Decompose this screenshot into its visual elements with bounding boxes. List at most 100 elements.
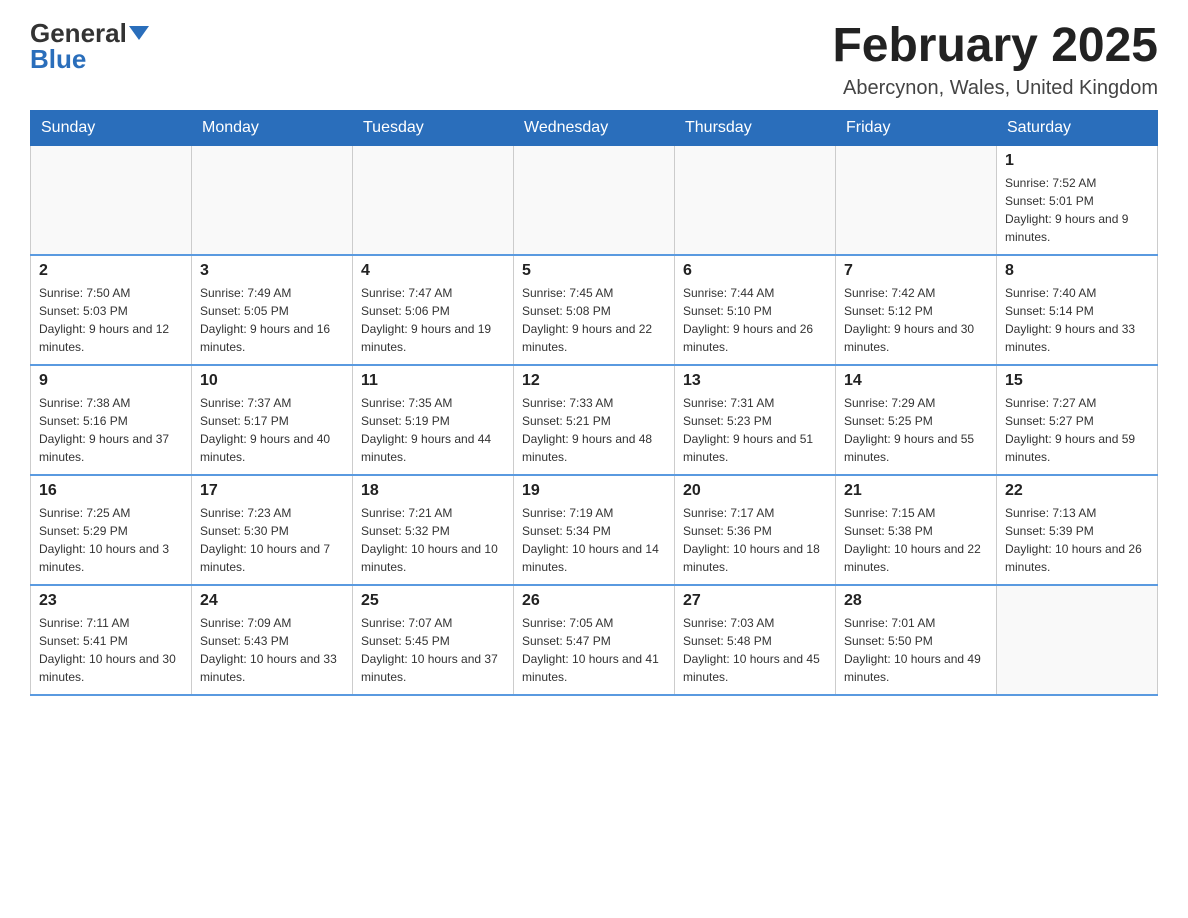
table-row: 28 Sunrise: 7:01 AMSunset: 5:50 PMDayligh… [836, 585, 997, 695]
day-info: Sunrise: 7:09 AMSunset: 5:43 PMDaylight:… [200, 614, 344, 686]
day-info: Sunrise: 7:17 AMSunset: 5:36 PMDaylight:… [683, 504, 827, 576]
table-row: 25Sunrise: 7:07 AMSunset: 5:45 PMDayligh… [353, 585, 514, 695]
day-number: 8 [1005, 262, 1149, 280]
calendar-week-row: 16Sunrise: 7:25 AMSunset: 5:29 PMDayligh… [31, 475, 1158, 585]
day-info: Sunrise: 7:33 AMSunset: 5:21 PMDaylight:… [522, 394, 666, 466]
calendar-table: Sunday Monday Tuesday Wednesday Thursday… [30, 110, 1158, 697]
table-row: 7 Sunrise: 7:42 AMSunset: 5:12 PMDaylight… [836, 255, 997, 365]
day-info: Sunrise: 7:29 AMSunset: 5:25 PMDaylight:… [844, 394, 988, 466]
day-info: Sunrise: 7:21 AMSunset: 5:32 PMDaylight:… [361, 504, 505, 576]
day-info: Sunrise: 7:38 AMSunset: 5:16 PMDaylight:… [39, 394, 183, 466]
day-info: Sunrise: 7:49 AMSunset: 5:05 PMDaylight:… [200, 284, 344, 356]
header-tuesday: Tuesday [353, 110, 514, 145]
table-row: 19Sunrise: 7:19 AMSunset: 5:34 PMDayligh… [514, 475, 675, 585]
table-row: 14Sunrise: 7:29 AMSunset: 5:25 PMDayligh… [836, 365, 997, 475]
day-number: 2 [39, 262, 183, 280]
table-row [514, 145, 675, 255]
day-number: 11 [361, 372, 505, 390]
day-info: Sunrise: 7:47 AMSunset: 5:06 PMDaylight:… [361, 284, 505, 356]
table-row [997, 585, 1158, 695]
table-row: 27 Sunrise: 7:03 AMSunset: 5:48 PMDayligh… [675, 585, 836, 695]
day-info: Sunrise: 7:50 AMSunset: 5:03 PMDaylight:… [39, 284, 183, 356]
day-number: 9 [39, 372, 183, 390]
table-row: 16Sunrise: 7:25 AMSunset: 5:29 PMDayligh… [31, 475, 192, 585]
table-row: 3 Sunrise: 7:49 AMSunset: 5:05 PMDaylight… [192, 255, 353, 365]
calendar-week-row: 9 Sunrise: 7:38 AMSunset: 5:16 PMDaylight… [31, 365, 1158, 475]
header-thursday: Thursday [675, 110, 836, 145]
day-info: Sunrise: 7:07 AMSunset: 5:45 PMDaylight:… [361, 614, 505, 686]
table-row: 1Sunrise: 7:52 AMSunset: 5:01 PMDaylight… [997, 145, 1158, 255]
day-number: 24 [200, 592, 344, 610]
table-row [675, 145, 836, 255]
table-row: 18 Sunrise: 7:21 AMSunset: 5:32 PMDayligh… [353, 475, 514, 585]
day-info: Sunrise: 7:05 AMSunset: 5:47 PMDaylight:… [522, 614, 666, 686]
day-number: 5 [522, 262, 666, 280]
table-row: 21 Sunrise: 7:15 AMSunset: 5:38 PMDayligh… [836, 475, 997, 585]
day-info: Sunrise: 7:42 AMSunset: 5:12 PMDaylight:… [844, 284, 988, 356]
table-row: 15 Sunrise: 7:27 AMSunset: 5:27 PMDayligh… [997, 365, 1158, 475]
table-row: 4 Sunrise: 7:47 AMSunset: 5:06 PMDaylight… [353, 255, 514, 365]
table-row [192, 145, 353, 255]
day-number: 12 [522, 372, 666, 390]
day-number: 21 [844, 482, 988, 500]
table-row: 20 Sunrise: 7:17 AMSunset: 5:36 PMDayligh… [675, 475, 836, 585]
table-row: 23 Sunrise: 7:11 AMSunset: 5:41 PMDayligh… [31, 585, 192, 695]
day-number: 27 [683, 592, 827, 610]
day-number: 6 [683, 262, 827, 280]
logo: General Blue [30, 20, 149, 72]
header-friday: Friday [836, 110, 997, 145]
day-info: Sunrise: 7:15 AMSunset: 5:38 PMDaylight:… [844, 504, 988, 576]
location-text: Abercynon, Wales, United Kingdom [832, 77, 1158, 100]
day-info: Sunrise: 7:31 AMSunset: 5:23 PMDaylight:… [683, 394, 827, 466]
logo-general-text: General [30, 20, 127, 46]
day-info: Sunrise: 7:13 AMSunset: 5:39 PMDaylight:… [1005, 504, 1149, 576]
calendar-header-row: Sunday Monday Tuesday Wednesday Thursday… [31, 110, 1158, 145]
table-row: 6 Sunrise: 7:44 AMSunset: 5:10 PMDaylight… [675, 255, 836, 365]
day-number: 26 [522, 592, 666, 610]
day-info: Sunrise: 7:37 AMSunset: 5:17 PMDaylight:… [200, 394, 344, 466]
day-number: 4 [361, 262, 505, 280]
table-row: 5 Sunrise: 7:45 AMSunset: 5:08 PMDaylight… [514, 255, 675, 365]
day-info: Sunrise: 7:45 AMSunset: 5:08 PMDaylight:… [522, 284, 666, 356]
table-row: 12 Sunrise: 7:33 AMSunset: 5:21 PMDayligh… [514, 365, 675, 475]
table-row: 2 Sunrise: 7:50 AMSunset: 5:03 PMDaylight… [31, 255, 192, 365]
table-row: 11Sunrise: 7:35 AMSunset: 5:19 PMDayligh… [353, 365, 514, 475]
table-row: 22 Sunrise: 7:13 AMSunset: 5:39 PMDayligh… [997, 475, 1158, 585]
day-info: Sunrise: 7:01 AMSunset: 5:50 PMDaylight:… [844, 614, 988, 686]
table-row [31, 145, 192, 255]
day-info: Sunrise: 7:40 AMSunset: 5:14 PMDaylight:… [1005, 284, 1149, 356]
table-row [836, 145, 997, 255]
day-info: Sunrise: 7:44 AMSunset: 5:10 PMDaylight:… [683, 284, 827, 356]
page-header: General Blue February 2025 Abercynon, Wa… [30, 20, 1158, 100]
table-row: 8 Sunrise: 7:40 AMSunset: 5:14 PMDaylight… [997, 255, 1158, 365]
day-info: Sunrise: 7:11 AMSunset: 5:41 PMDaylight:… [39, 614, 183, 686]
table-row: 13Sunrise: 7:31 AMSunset: 5:23 PMDayligh… [675, 365, 836, 475]
logo-blue-text: Blue [30, 46, 86, 72]
day-number: 1 [1005, 152, 1149, 170]
day-number: 19 [522, 482, 666, 500]
day-number: 17 [200, 482, 344, 500]
table-row: 9 Sunrise: 7:38 AMSunset: 5:16 PMDaylight… [31, 365, 192, 475]
table-row: 26 Sunrise: 7:05 AMSunset: 5:47 PMDayligh… [514, 585, 675, 695]
day-number: 22 [1005, 482, 1149, 500]
day-info: Sunrise: 7:03 AMSunset: 5:48 PMDaylight:… [683, 614, 827, 686]
day-number: 18 [361, 482, 505, 500]
header-sunday: Sunday [31, 110, 192, 145]
calendar-week-row: 23 Sunrise: 7:11 AMSunset: 5:41 PMDayligh… [31, 585, 1158, 695]
table-row [353, 145, 514, 255]
day-number: 10 [200, 372, 344, 390]
table-row: 24 Sunrise: 7:09 AMSunset: 5:43 PMDayligh… [192, 585, 353, 695]
day-info: Sunrise: 7:25 AMSunset: 5:29 PMDaylight:… [39, 504, 183, 576]
day-number: 7 [844, 262, 988, 280]
day-info: Sunrise: 7:27 AMSunset: 5:27 PMDaylight:… [1005, 394, 1149, 466]
header-wednesday: Wednesday [514, 110, 675, 145]
day-number: 15 [1005, 372, 1149, 390]
day-number: 3 [200, 262, 344, 280]
day-number: 20 [683, 482, 827, 500]
day-number: 23 [39, 592, 183, 610]
logo-triangle-icon [129, 26, 149, 40]
day-number: 28 [844, 592, 988, 610]
table-row: 10 Sunrise: 7:37 AMSunset: 5:17 PMDayligh… [192, 365, 353, 475]
header-monday: Monday [192, 110, 353, 145]
table-row: 17Sunrise: 7:23 AMSunset: 5:30 PMDayligh… [192, 475, 353, 585]
